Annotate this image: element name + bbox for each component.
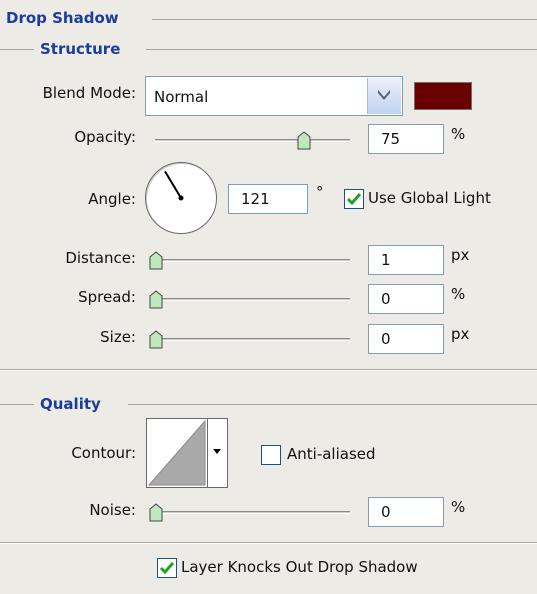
layer-knocks-out-label[interactable]: Layer Knocks Out Drop Shadow bbox=[181, 558, 418, 576]
opacity-unit: % bbox=[451, 125, 466, 143]
layer-knocks-out-checkbox[interactable] bbox=[157, 558, 177, 578]
contour-curve-icon bbox=[147, 419, 206, 486]
distance-unit: px bbox=[451, 246, 470, 264]
spread-label: Spread: bbox=[78, 288, 136, 306]
size-label: Size: bbox=[100, 328, 136, 346]
angle-dial-icon bbox=[164, 170, 184, 201]
quality-title: Quality bbox=[40, 395, 107, 413]
slider-thumb-icon[interactable] bbox=[148, 290, 164, 310]
structure-rule-right bbox=[146, 49, 537, 50]
slider-thumb-icon[interactable] bbox=[296, 131, 312, 151]
noise-unit: % bbox=[451, 498, 466, 516]
bottom-divider-highlight bbox=[0, 543, 537, 544]
checkmark-icon bbox=[346, 193, 362, 206]
opacity-input[interactable]: 75 bbox=[368, 124, 444, 154]
slider-thumb-icon[interactable] bbox=[148, 330, 164, 350]
distance-slider-track[interactable] bbox=[155, 259, 350, 262]
distance-label: Distance: bbox=[65, 249, 136, 267]
chevron-down-icon bbox=[378, 90, 390, 100]
size-unit: px bbox=[451, 325, 470, 343]
slider-thumb-icon[interactable] bbox=[148, 503, 164, 523]
blend-mode-dropdown-button[interactable] bbox=[367, 78, 401, 114]
noise-slider-track[interactable] bbox=[155, 511, 350, 514]
anti-aliased-checkbox[interactable] bbox=[261, 445, 281, 465]
anti-aliased-label[interactable]: Anti-aliased bbox=[287, 445, 376, 463]
angle-label: Angle: bbox=[88, 190, 136, 208]
blend-mode-value: Normal bbox=[154, 88, 209, 106]
opacity-label: Opacity: bbox=[74, 128, 136, 146]
spread-unit: % bbox=[451, 285, 466, 303]
use-global-light-checkbox[interactable] bbox=[344, 189, 364, 209]
size-input[interactable]: 0 bbox=[368, 324, 444, 354]
noise-input[interactable]: 0 bbox=[368, 497, 444, 527]
contour-label: Contour: bbox=[71, 444, 136, 462]
contour-picker[interactable] bbox=[146, 418, 228, 488]
angle-dial[interactable] bbox=[145, 162, 217, 234]
blend-mode-select[interactable]: Normal bbox=[145, 76, 403, 116]
distance-input[interactable]: 1 bbox=[368, 245, 444, 275]
slider-thumb-icon[interactable] bbox=[148, 251, 164, 271]
noise-label: Noise: bbox=[89, 501, 136, 519]
chevron-down-icon bbox=[213, 449, 221, 454]
quality-rule-left bbox=[0, 404, 34, 405]
spread-slider-track[interactable] bbox=[155, 298, 350, 301]
panel-title: Drop Shadow bbox=[6, 9, 125, 27]
structure-title: Structure bbox=[40, 40, 127, 58]
checkmark-icon bbox=[159, 562, 175, 575]
section-divider-highlight bbox=[0, 370, 537, 371]
use-global-light-label[interactable]: Use Global Light bbox=[368, 189, 491, 207]
blend-mode-label: Blend Mode: bbox=[42, 84, 136, 102]
contour-dropdown-button[interactable] bbox=[207, 419, 227, 487]
angle-input[interactable]: 121 bbox=[228, 184, 308, 214]
shadow-color-swatch[interactable] bbox=[414, 82, 472, 110]
spread-input[interactable]: 0 bbox=[368, 284, 444, 314]
opacity-slider-track[interactable] bbox=[155, 139, 350, 142]
title-rule bbox=[152, 19, 537, 20]
quality-rule-right bbox=[128, 404, 537, 405]
size-slider-track[interactable] bbox=[155, 338, 350, 341]
angle-unit: ° bbox=[316, 183, 324, 201]
structure-rule-left bbox=[0, 49, 34, 50]
